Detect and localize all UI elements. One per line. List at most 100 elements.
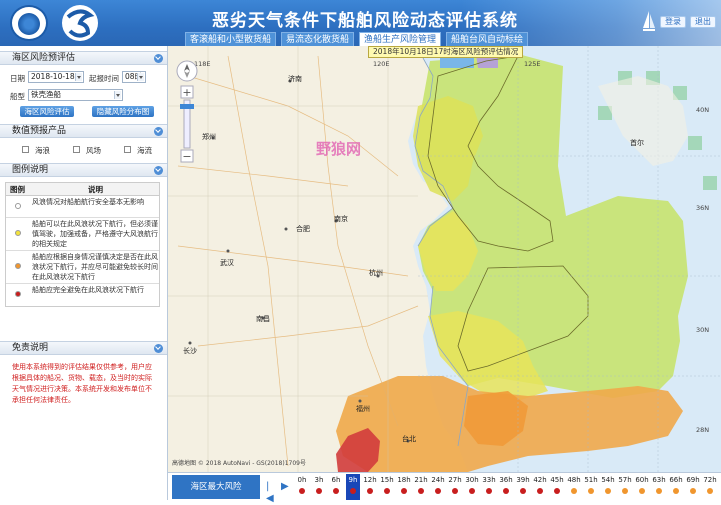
risk-dot-icon (469, 488, 475, 494)
risk-dot-icon (299, 488, 305, 494)
orange-dot-icon (15, 263, 21, 269)
forecast-time-label: 2018年10月18日17时海区风险预评估情况 (368, 46, 524, 58)
timeline-step[interactable]: 48h (567, 474, 581, 500)
timeline-step[interactable]: 18h (397, 474, 411, 500)
risk-dot-icon (673, 488, 679, 494)
timeline-step[interactable]: 45h (550, 474, 564, 500)
city-label: 南昌 (256, 315, 270, 323)
timeline-step[interactable]: 54h (601, 474, 615, 500)
legend-panel-header[interactable]: 图例说明 (0, 163, 167, 177)
risk-dot-icon (435, 488, 441, 494)
timeline-hour-label: 69h (686, 476, 700, 484)
city-label: 武汉 (220, 259, 234, 267)
wave-label: 海浪 (35, 146, 50, 155)
risk-map[interactable]: 118E 120E 125E 40N 36N 30N 28N 济南 郑州 合肥 … (168, 46, 721, 472)
timeline-hour-label: 66h (669, 476, 683, 484)
date-field[interactable]: 2018-10-18 (28, 71, 84, 83)
yellow-dot-icon (15, 230, 21, 236)
city-label: 郑州 (202, 133, 216, 141)
product-panel-header[interactable]: 数值预报产品 (0, 124, 167, 138)
logout-button[interactable]: 退出 (690, 16, 716, 28)
tab-liquefiable-cargo[interactable]: 易流态化散货船 (281, 32, 355, 46)
timeline-step[interactable]: 3h (312, 474, 326, 500)
timeline-step[interactable]: 12h (363, 474, 377, 500)
risk-dot-icon (401, 488, 407, 494)
timeline-hour-label: 18h (397, 476, 411, 484)
current-checkbox[interactable] (124, 146, 131, 153)
risk-dot-icon (707, 488, 713, 494)
wind-label: 风场 (86, 146, 101, 155)
timeline-hour-label: 0h (297, 476, 307, 484)
timeline-step[interactable]: 72h (703, 474, 717, 500)
chevron-down-icon[interactable] (154, 54, 163, 63)
risk-dot-icon (520, 488, 526, 494)
chevron-down-icon[interactable] (154, 127, 163, 136)
timeline-hour-label: 60h (635, 476, 649, 484)
timeline-step[interactable]: 6h (329, 474, 343, 500)
tab-fishing-risk[interactable]: 渔船生产风险管理 (359, 32, 442, 46)
timeline-step[interactable]: 39h (516, 474, 530, 500)
chevron-down-icon[interactable] (154, 344, 163, 353)
timeline-step[interactable]: 15h (380, 474, 394, 500)
tab-ro-ro-ships[interactable]: 客滚船和小型散货船 (185, 32, 277, 46)
risk-dot-icon (639, 488, 645, 494)
timeline-step[interactable]: 33h (482, 474, 496, 500)
ship-type-label: 船型 (10, 92, 25, 101)
legend-row: 风浪情况对船舶航行安全基本无影响 (6, 196, 159, 218)
timeline-step[interactable]: 0h (295, 474, 309, 500)
tab-typhoon-plotting[interactable]: 船舶台风自动标绘 (446, 32, 529, 46)
start-time-select[interactable]: 08时 (122, 71, 146, 83)
risk-dot-icon (605, 488, 611, 494)
timeline-hour-label: 48h (567, 476, 581, 484)
red-dot-icon (15, 291, 21, 297)
risk-dot-icon (537, 488, 543, 494)
play-icon[interactable]: ▶ (281, 481, 291, 493)
timeline-hour-label: 51h (584, 476, 598, 484)
timeline-step[interactable]: 30h (465, 474, 479, 500)
hide-risk-map-button[interactable]: 隐藏风险分布图 (92, 106, 154, 117)
login-button[interactable]: 登录 (660, 16, 686, 28)
ship-type-select[interactable]: 铁壳渔船 (28, 89, 123, 101)
timeline-step[interactable]: 63h (652, 474, 666, 500)
timeline-step[interactable]: 24h (431, 474, 445, 500)
wind-checkbox[interactable] (73, 146, 80, 153)
timeline-step[interactable]: 9h (346, 474, 360, 500)
risk-dot-icon (622, 488, 628, 494)
chevron-down-icon[interactable] (154, 166, 163, 175)
risk-dot-icon (690, 488, 696, 494)
timeline-step[interactable]: 21h (414, 474, 428, 500)
university-logo (10, 5, 48, 41)
brand-logo (62, 5, 98, 41)
timeline-hour-label: 24h (431, 476, 445, 484)
sidebar: 海区风险预评估 日期 2018-10-18 起报时间 08时 船型 铁壳渔船 海… (0, 46, 168, 500)
timeline-step[interactable]: 60h (635, 474, 649, 500)
risk-dot-icon (656, 488, 662, 494)
first-frame-icon[interactable]: |◀ (266, 481, 276, 504)
disclaimer-panel-header[interactable]: 免责说明 (0, 341, 167, 355)
timeline-hour-label: 54h (601, 476, 615, 484)
timeline-step[interactable]: 42h (533, 474, 547, 500)
svg-text:+: + (182, 86, 191, 99)
map-copyright: 高德地图 © 2018 AutoNavi - GS(2018)1709号 (172, 460, 306, 467)
timeline-step[interactable]: 69h (686, 474, 700, 500)
timeline-hour-label: 63h (652, 476, 666, 484)
timeline-hour-label: 27h (448, 476, 462, 484)
risk-dot-icon (588, 488, 594, 494)
risk-dot-icon (554, 488, 560, 494)
timeline-step[interactable]: 66h (669, 474, 683, 500)
timeline-step[interactable]: 36h (499, 474, 513, 500)
wave-checkbox[interactable] (22, 146, 29, 153)
timeline-hour-label: 3h (314, 476, 324, 484)
timeline-step[interactable]: 27h (448, 474, 462, 500)
timeline-hour-label: 9h (348, 476, 358, 484)
date-label: 日期 (10, 74, 25, 83)
city-label: 杭州 (369, 269, 383, 277)
risk-evaluate-button[interactable]: 海区风险评估 (20, 106, 74, 117)
risk-dot-icon (316, 488, 322, 494)
sailboat-icon (643, 11, 655, 31)
risk-dot-icon (333, 488, 339, 494)
timeline-step[interactable]: 51h (584, 474, 598, 500)
current-label: 海流 (137, 146, 152, 155)
risk-panel-header[interactable]: 海区风险预评估 (0, 51, 167, 65)
timeline-step[interactable]: 57h (618, 474, 632, 500)
